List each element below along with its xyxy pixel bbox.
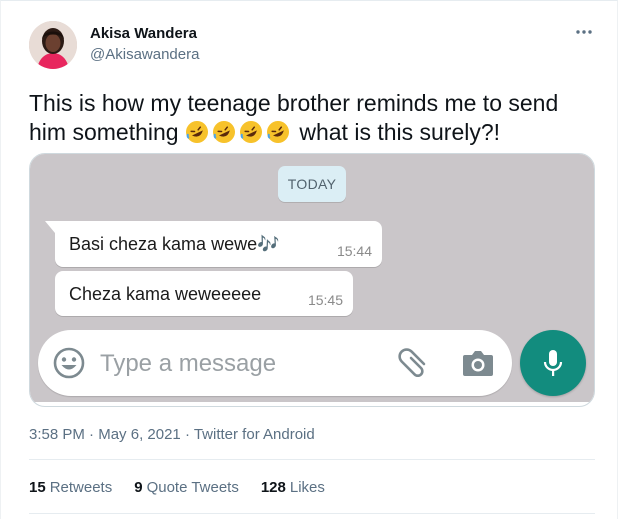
rolling-on-floor-laughing-emoji-icon xyxy=(239,121,262,143)
retweets-count: 15 xyxy=(29,479,46,496)
rolling-on-floor-laughing-emoji-icon xyxy=(212,121,235,143)
user-handle[interactable]: @Akisawandera xyxy=(90,46,199,63)
attach-icon[interactable] xyxy=(395,346,431,382)
meta-separator: · xyxy=(180,426,194,443)
quote-tweets-count: 9 xyxy=(134,479,143,496)
camera-icon[interactable] xyxy=(461,348,495,378)
date-chip: TODAY xyxy=(278,166,346,202)
tweet-card: Akisa Wandera @Akisawandera This is how … xyxy=(0,0,618,519)
rolling-on-floor-laughing-emoji-icon xyxy=(185,121,208,143)
tweet-metadata: 3:58 PM · May 6, 2021 · Twitter for Andr… xyxy=(29,426,315,443)
tweet-stats: 15 Retweets 9 Quote Tweets 128 Likes xyxy=(29,479,325,496)
tweet-time[interactable]: 3:58 PM xyxy=(29,426,85,443)
message-body: Basi cheza kama wewe xyxy=(69,234,258,254)
likes-stat[interactable]: 128 Likes xyxy=(261,479,325,496)
tweet-media-screenshot[interactable]: TODAY Basi cheza kama wewe🎶 15:44 Cheza … xyxy=(29,153,595,407)
message-text: Cheza kama weweeeee xyxy=(69,284,262,304)
mic-button[interactable] xyxy=(520,330,586,396)
message-time: 15:44 xyxy=(336,243,372,259)
incoming-message[interactable]: Basi cheza kama wewe🎶 15:44 xyxy=(45,221,382,267)
musical-notes-emoji: 🎶 xyxy=(257,234,280,254)
quote-tweets-label: Quote Tweets xyxy=(146,479,239,496)
laughing-emoji-group xyxy=(185,119,293,145)
message-text: Basi cheza kama wewe🎶 xyxy=(69,234,280,255)
likes-count: 128 xyxy=(260,479,286,496)
retweets-label: Retweets xyxy=(49,479,113,496)
bubble-tail xyxy=(45,221,55,233)
incoming-message[interactable]: Cheza kama weweeeee 15:45 xyxy=(55,271,353,316)
meta-separator: · xyxy=(84,426,99,443)
divider xyxy=(29,513,595,514)
display-name[interactable]: Akisa Wandera xyxy=(90,25,197,42)
tweet-date[interactable]: May 6, 2021 xyxy=(98,426,181,443)
divider xyxy=(29,459,595,460)
message-input[interactable]: Type a message xyxy=(100,350,276,378)
retweets-stat[interactable]: 15 Retweets xyxy=(29,479,112,496)
whatsapp-chat: TODAY Basi cheza kama wewe🎶 15:44 Cheza … xyxy=(30,154,594,402)
tweet-text: This is how my teenage brother reminds m… xyxy=(29,89,589,147)
rolling-on-floor-laughing-emoji-icon xyxy=(266,121,289,143)
mic-icon xyxy=(543,350,563,376)
more-icon[interactable] xyxy=(569,17,599,47)
tweet-source[interactable]: Twitter for Android xyxy=(194,426,315,443)
tweet-text-tail: what is this surely?! xyxy=(299,119,501,145)
emoji-picker-icon[interactable] xyxy=(52,346,86,380)
likes-label: Likes xyxy=(289,479,325,496)
message-input-bar[interactable]: Type a message xyxy=(38,330,512,396)
message-time: 15:45 xyxy=(307,292,343,308)
avatar[interactable] xyxy=(29,21,77,69)
quote-tweets-stat[interactable]: 9 Quote Tweets xyxy=(134,479,239,496)
